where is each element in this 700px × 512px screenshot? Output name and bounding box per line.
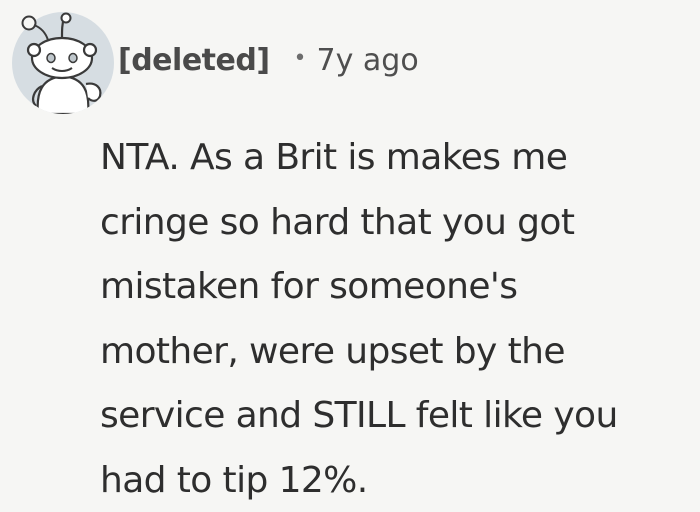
comment-text-line: mother, were upset by the xyxy=(100,330,565,372)
meta-separator: • xyxy=(293,45,307,71)
comment-card: [deleted] • 7y ago NTA. As a Brit is mak… xyxy=(0,0,700,512)
username-link[interactable]: [deleted] xyxy=(118,43,270,78)
timestamp[interactable]: 7y ago xyxy=(317,43,419,78)
comment-text-line: mistaken for someone's xyxy=(100,266,518,307)
comment-text-line: cringe so hard that you got xyxy=(100,201,575,243)
comment-meta: [deleted] • 7y ago xyxy=(118,38,419,82)
comment-text-line: NTA. As a Brit is makes me xyxy=(100,137,568,178)
snoo-avatar-icon[interactable] xyxy=(12,12,114,114)
comment-text-line: service and STILL felt like you xyxy=(100,395,618,436)
comment-body: NTA. As a Brit is makes me cringe so har… xyxy=(100,126,695,512)
comment-text-line: had to tip 12%. xyxy=(100,459,368,501)
